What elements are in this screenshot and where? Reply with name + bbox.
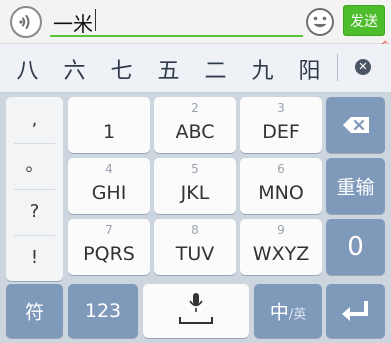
key-label: 中/英 xyxy=(254,298,322,325)
key-9[interactable]: 9 WXYZ xyxy=(240,219,322,275)
key-1[interactable]: 1 xyxy=(68,97,150,153)
key-label: JKL xyxy=(180,182,210,204)
key-label: TUV xyxy=(175,243,215,265)
key-0[interactable]: 0 xyxy=(326,219,385,275)
key-label: 0 xyxy=(347,232,364,262)
key-number: 2 xyxy=(191,101,199,115)
key-label: 1 xyxy=(102,121,116,143)
key-number: 6 xyxy=(277,162,285,176)
candidate-item[interactable]: 阳 xyxy=(286,53,333,85)
key-6[interactable]: 6 MNO xyxy=(240,158,322,214)
sound-wave-icon xyxy=(19,15,30,29)
key-2[interactable]: 2 ABC xyxy=(154,97,236,153)
punctuation-column: , 。 ? ! xyxy=(6,97,63,281)
send-button[interactable]: 发送 xyxy=(343,5,385,36)
input-bar: 一米 发送 xyxy=(0,0,391,44)
punct-key-period[interactable]: 。 xyxy=(6,143,63,189)
key-label: 123 xyxy=(84,300,122,322)
smiley-icon xyxy=(306,8,334,36)
candidate-item[interactable]: 六 xyxy=(51,53,98,85)
close-icon[interactable]: ✕ xyxy=(355,59,371,75)
punct-key-comma[interactable]: , xyxy=(6,97,63,143)
symbol-button[interactable]: 符 xyxy=(6,284,63,338)
candidate-bar: 八 六 七 五 二 九 阳 xyxy=(0,44,391,93)
key-number: 3 xyxy=(277,101,285,115)
key-7[interactable]: 7 PQRS xyxy=(68,219,150,275)
candidate-item[interactable]: 八 xyxy=(4,53,51,85)
punct-key-exclaim[interactable]: ! xyxy=(6,235,63,281)
key-4[interactable]: 4 GHI xyxy=(68,158,150,214)
backspace-button[interactable] xyxy=(326,97,385,153)
space-button[interactable] xyxy=(143,284,249,338)
candidate-item[interactable]: 九 xyxy=(239,53,286,85)
candidate-item[interactable]: 七 xyxy=(98,53,145,85)
candidate-divider xyxy=(337,54,338,81)
key-label: GHI xyxy=(91,182,127,204)
message-input[interactable]: 一米 xyxy=(50,5,303,37)
numeric-button[interactable]: 123 xyxy=(68,284,138,338)
emoji-button[interactable] xyxy=(304,6,336,38)
key-label: ABC xyxy=(175,121,215,143)
key-number: 5 xyxy=(191,162,199,176)
lang-alt-label: /英 xyxy=(288,307,307,323)
voice-input-button[interactable] xyxy=(10,6,42,38)
key-label: PQRS xyxy=(83,243,135,265)
key-number: 9 xyxy=(277,223,285,237)
lang-main-label: 中 xyxy=(269,301,289,324)
key-3[interactable]: 3 DEF xyxy=(240,97,322,153)
key-8[interactable]: 8 TUV xyxy=(154,219,236,275)
enter-icon xyxy=(342,301,368,321)
key-number: 8 xyxy=(191,223,199,237)
key-label: WXYZ xyxy=(252,243,310,265)
key-number: 4 xyxy=(105,162,113,176)
reinput-button[interactable]: 重输 xyxy=(326,158,385,214)
key-label: 重输 xyxy=(336,176,375,199)
backspace-icon xyxy=(343,117,369,133)
text-cursor xyxy=(95,9,96,31)
key-number: 7 xyxy=(105,223,113,237)
key-label: DEF xyxy=(262,121,300,143)
key-label: 符 xyxy=(24,301,44,324)
candidate-item[interactable]: 五 xyxy=(145,53,192,85)
punct-key-question[interactable]: ? xyxy=(6,189,63,235)
language-toggle-button[interactable]: 中/英 xyxy=(254,284,322,338)
enter-button[interactable] xyxy=(326,284,385,338)
candidate-item[interactable]: 二 xyxy=(192,53,239,85)
keyboard: , 。 ? ! 1 2 ABC 3 DEF 4 GHI 5 JKL 6 MNO xyxy=(0,93,391,343)
candidate-list: 八 六 七 五 二 九 阳 xyxy=(4,44,336,93)
key-label: MNO xyxy=(258,182,304,204)
message-text: 一米 xyxy=(53,12,93,36)
microphone-icon xyxy=(179,293,213,324)
key-5[interactable]: 5 JKL xyxy=(154,158,236,214)
